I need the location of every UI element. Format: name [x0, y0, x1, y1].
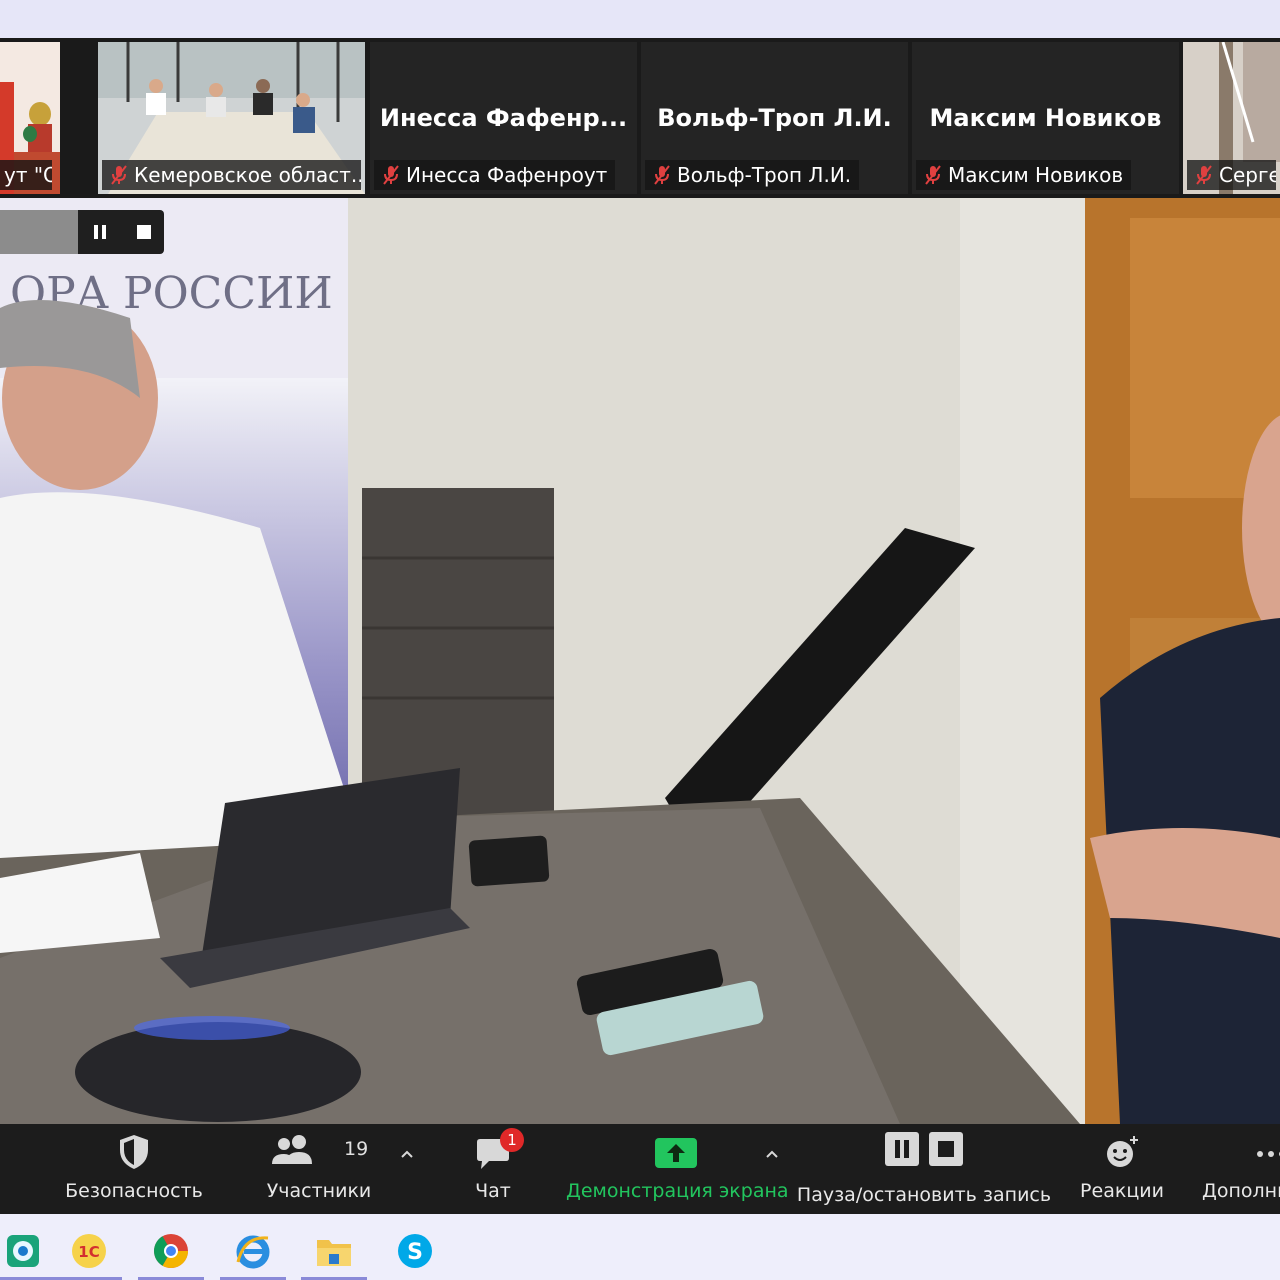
- meeting-toolbar: Безопасность 19 Участники 1 Чат Демонстр…: [0, 1124, 1280, 1214]
- stop-recording-button[interactable]: [130, 218, 158, 246]
- zoom-meeting-screen: { "participants": [ {"tile_title": "", "…: [0, 0, 1280, 1280]
- participant-name: Вольф-Троп Л.И.: [677, 163, 852, 187]
- mic-muted-icon: [654, 165, 670, 185]
- share-screen-button[interactable]: Демонстрация экрана: [566, 1124, 789, 1214]
- participants-count: 19: [344, 1138, 369, 1160]
- taskbar-app-explorer[interactable]: [301, 1222, 367, 1280]
- participant-name-tag: Кемеровское област...: [102, 160, 361, 190]
- taskbar-app-skype[interactable]: S: [382, 1222, 448, 1280]
- participant-name-tag: Вольф-Троп Л.И.: [645, 160, 860, 190]
- participant-tile[interactable]: Кемеровское област...: [98, 42, 365, 194]
- participant-strip: ут "ОП...: [0, 38, 1280, 198]
- participant-name-tag: Инесса Фафенроут: [374, 160, 616, 190]
- chat-button[interactable]: 1 Чат: [450, 1124, 536, 1214]
- participant-name: Серге: [1219, 163, 1276, 187]
- mic-muted-icon: [1196, 165, 1212, 185]
- file-explorer-icon: [317, 1240, 351, 1266]
- participant-display-name: Вольф-Троп Л.И.: [657, 104, 892, 132]
- reactions-label: Реакции: [1080, 1180, 1164, 1202]
- taskbar-app-ie[interactable]: [220, 1222, 286, 1280]
- more-dots-icon: [1257, 1151, 1280, 1157]
- reactions-icon: [1107, 1136, 1138, 1167]
- internet-explorer-icon: [236, 1235, 270, 1269]
- participant-tile[interactable]: Инесса Фафенр... Инесса Фафенроут: [370, 42, 637, 194]
- participant-display-name: Инесса Фафенр...: [379, 104, 628, 132]
- skype-icon: S: [398, 1234, 432, 1268]
- os-taskbar: 1С S: [0, 1214, 1280, 1280]
- participants-icon: [272, 1135, 312, 1164]
- participant-name: Кемеровское област...: [134, 163, 361, 187]
- participants-button[interactable]: 19 Участники: [250, 1124, 388, 1214]
- recording-control-bar: [0, 210, 164, 254]
- security-button[interactable]: Безопасность: [60, 1124, 208, 1214]
- mic-muted-icon: [383, 165, 399, 185]
- participant-tile[interactable]: ут "ОП...: [0, 42, 60, 194]
- security-label: Безопасность: [65, 1180, 203, 1202]
- share-screen-icon: [655, 1138, 697, 1168]
- pause-recording-button[interactable]: [86, 218, 114, 246]
- participant-display-name: Максим Новиков: [929, 104, 1162, 132]
- pause-stop-recording-button[interactable]: Пауза/остановить запись: [796, 1124, 1052, 1214]
- participant-name-tag: Серге: [1187, 160, 1276, 190]
- participant-tile[interactable]: Вольф-Троп Л.И. Вольф-Троп Л.И.: [641, 42, 908, 194]
- taskbar-app-1c[interactable]: 1С: [56, 1222, 122, 1280]
- participant-name-tag: Максим Новиков: [916, 160, 1132, 190]
- participant-name: Инесса Фафенроут: [406, 163, 608, 187]
- participants-menu-caret-icon[interactable]: [399, 1146, 415, 1162]
- chrome-icon: [154, 1234, 188, 1268]
- participant-name-tag: ут "ОП...: [0, 160, 52, 190]
- svg-text:1С: 1С: [78, 1243, 99, 1261]
- more-label: Дополни: [1202, 1180, 1280, 1202]
- participant-tile[interactable]: Максим Новиков Максим Новиков: [912, 42, 1179, 194]
- taskbar-app-network[interactable]: [0, 1222, 56, 1280]
- share-menu-caret-icon[interactable]: [764, 1146, 780, 1162]
- stop-icon: [137, 225, 151, 239]
- mic-muted-icon: [111, 165, 127, 185]
- participant-name: ут "ОП...: [4, 163, 52, 187]
- main-video-feed: ОРА РОССИИ: [0, 198, 1280, 1124]
- svg-text:S: S: [407, 1240, 423, 1265]
- network-app-icon: [7, 1235, 39, 1267]
- pause-icon: [94, 225, 106, 239]
- taskbar-app-chrome[interactable]: [138, 1222, 204, 1280]
- recording-label: Пауза/остановить запись: [796, 1184, 1052, 1206]
- recording-controls-icon: [885, 1132, 963, 1166]
- main-video[interactable]: ОРА РОССИИ: [0, 198, 1280, 1124]
- 1c-icon: 1С: [72, 1234, 106, 1268]
- participant-name: Максим Новиков: [948, 163, 1124, 187]
- participants-label: Участники: [266, 1180, 372, 1202]
- top-window-strip: [0, 0, 1280, 38]
- more-button[interactable]: Дополни: [1196, 1124, 1280, 1214]
- reactions-button[interactable]: Реакции: [1072, 1124, 1172, 1214]
- chat-label: Чат: [475, 1180, 511, 1202]
- shield-icon: [120, 1135, 148, 1169]
- chat-unread-count: 1: [507, 1131, 517, 1149]
- mic-muted-icon: [925, 165, 941, 185]
- share-screen-label: Демонстрация экрана: [566, 1180, 789, 1202]
- chat-unread-badge: 1: [500, 1128, 524, 1152]
- participant-tile[interactable]: Серге: [1183, 42, 1280, 194]
- recording-indicator: [0, 210, 78, 254]
